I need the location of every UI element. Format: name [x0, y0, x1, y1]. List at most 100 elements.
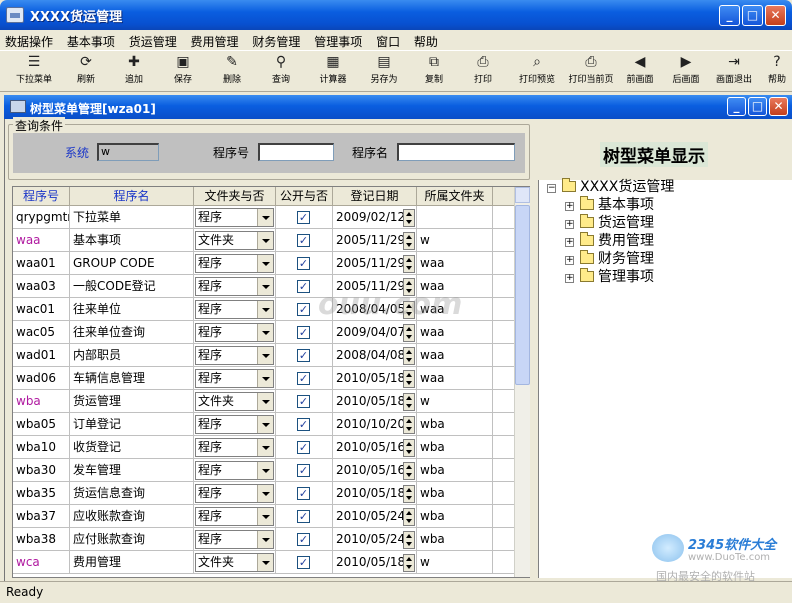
tree-node[interactable]: + 费用管理 [565, 232, 654, 250]
folder-flag-combo[interactable]: 文件夹 [195, 553, 274, 572]
reg-date-value[interactable]: 2005/11/29 [336, 233, 405, 247]
chevron-down-icon[interactable] [257, 393, 273, 410]
public-checkbox[interactable]: ✓ [297, 349, 310, 362]
spinner-icon[interactable] [403, 370, 415, 388]
menu-finance[interactable]: 财务管理 [247, 30, 305, 50]
table-row[interactable]: wac05 往来单位查询 程序 ✓ 2009/04/07 waa [13, 321, 515, 344]
program-no-input[interactable] [258, 143, 334, 161]
expand-icon[interactable]: + [565, 238, 574, 247]
toolbar-button-10[interactable]: ⌕ 打印预览 [512, 53, 562, 91]
folder-flag-combo[interactable]: 程序 [195, 208, 274, 227]
folder-flag-combo[interactable]: 文件夹 [195, 231, 274, 250]
cell-parent-folder[interactable]: w [417, 551, 493, 574]
header-public-flag[interactable]: 公开与否 [276, 187, 333, 206]
public-checkbox[interactable]: ✓ [297, 257, 310, 270]
folder-flag-combo[interactable]: 程序 [195, 438, 274, 457]
cell-parent-folder[interactable]: wba [417, 528, 493, 551]
cell-program-no[interactable]: wba10 [13, 436, 70, 459]
reg-date-value[interactable]: 2010/05/18 [336, 394, 405, 408]
toolbar-button-13[interactable]: ▶ 后画面 [666, 53, 706, 91]
cell-program-no[interactable]: wad01 [13, 344, 70, 367]
cell-program-no[interactable]: waa01 [13, 252, 70, 275]
cell-parent-folder[interactable]: waa [417, 252, 493, 275]
chevron-down-icon[interactable] [257, 324, 273, 341]
folder-flag-combo[interactable]: 程序 [195, 484, 274, 503]
chevron-down-icon[interactable] [257, 347, 273, 364]
cell-program-name[interactable]: 一般CODE登记 [70, 275, 194, 298]
toolbar-button-0[interactable]: ☰ 下拉菜单 [8, 53, 60, 91]
spinner-icon[interactable] [403, 393, 415, 411]
folder-flag-combo[interactable]: 程序 [195, 323, 274, 342]
expand-icon[interactable]: + [565, 202, 574, 211]
cell-program-no[interactable]: wba05 [13, 413, 70, 436]
table-row[interactable]: wca 费用管理 文件夹 ✓ 2010/05/18 w [13, 551, 515, 574]
cell-program-no[interactable]: wba [13, 390, 70, 413]
reg-date-value[interactable]: 2009/02/12 [336, 210, 405, 224]
public-checkbox[interactable]: ✓ [297, 303, 310, 316]
table-row[interactable]: wad06 车辆信息管理 程序 ✓ 2010/05/18 waa [13, 367, 515, 390]
reg-date-value[interactable]: 2010/05/18 [336, 555, 405, 569]
header-reg-date[interactable]: 登记日期 [333, 187, 417, 206]
menu-expense[interactable]: 费用管理 [186, 30, 244, 50]
toolbar-button-11[interactable]: ⎙ 打印当前页 [560, 53, 622, 91]
folder-flag-combo[interactable]: 程序 [195, 369, 274, 388]
cell-parent-folder[interactable]: w [417, 390, 493, 413]
toolbar-button-3[interactable]: ▣ 保存 [163, 53, 203, 91]
cell-program-name[interactable]: 订单登记 [70, 413, 194, 436]
spinner-icon[interactable] [403, 324, 415, 342]
folder-flag-combo[interactable]: 程序 [195, 461, 274, 480]
menu-admin[interactable]: 管理事项 [309, 30, 367, 50]
cell-program-name[interactable]: 往来单位查询 [70, 321, 194, 344]
cell-program-name[interactable]: 收货登记 [70, 436, 194, 459]
tree-view[interactable]: − XXXX货运管理 + 基本事项 + 货运管理 + 费用管理 + 财务管理 + 管理事项 [538, 178, 792, 578]
menu-data-ops[interactable]: 数据操作 [0, 30, 58, 50]
table-row[interactable]: wba 货运管理 文件夹 ✓ 2010/05/18 w [13, 390, 515, 413]
menu-help[interactable]: 帮助 [409, 30, 443, 50]
public-checkbox[interactable]: ✓ [297, 464, 310, 477]
chevron-down-icon[interactable] [257, 485, 273, 502]
cell-program-no[interactable]: wca [13, 551, 70, 574]
expand-icon[interactable]: + [565, 220, 574, 229]
spinner-icon[interactable] [403, 255, 415, 273]
menu-window[interactable]: 窗口 [371, 30, 405, 50]
cell-program-no[interactable]: waa [13, 229, 70, 252]
menu-basic[interactable]: 基本事项 [62, 30, 120, 50]
grid-vertical-scrollbar[interactable] [514, 187, 530, 577]
spinner-icon[interactable] [403, 485, 415, 503]
toolbar-button-9[interactable]: ⎙ 打印 [465, 53, 501, 91]
reg-date-value[interactable]: 2010/05/18 [336, 371, 405, 385]
reg-date-value[interactable]: 2009/04/07 [336, 325, 405, 339]
table-row[interactable]: wba30 发车管理 程序 ✓ 2010/05/16 wba [13, 459, 515, 482]
cell-parent-folder[interactable] [417, 206, 493, 229]
cell-program-name[interactable]: 内部职员 [70, 344, 194, 367]
close-button[interactable]: ✕ [765, 5, 786, 26]
chevron-down-icon[interactable] [257, 439, 273, 456]
public-checkbox[interactable]: ✓ [297, 280, 310, 293]
header-program-name[interactable]: 程序名 [70, 187, 194, 206]
cell-program-name[interactable]: 应收账款查询 [70, 505, 194, 528]
table-row[interactable]: waa 基本事项 文件夹 ✓ 2005/11/29 w [13, 229, 515, 252]
spinner-icon[interactable] [403, 416, 415, 434]
tree-node[interactable]: + 货运管理 [565, 214, 654, 232]
chevron-down-icon[interactable] [257, 370, 273, 387]
folder-flag-combo[interactable]: 程序 [195, 415, 274, 434]
reg-date-value[interactable]: 2010/05/16 [336, 440, 405, 454]
cell-program-name[interactable]: 往来单位 [70, 298, 194, 321]
header-program-no[interactable]: 程序号 [13, 187, 70, 206]
folder-flag-combo[interactable]: 程序 [195, 530, 274, 549]
cell-program-name[interactable]: 费用管理 [70, 551, 194, 574]
toolbar-button-8[interactable]: ⧉ 复制 [414, 53, 454, 91]
cell-parent-folder[interactable]: wba [417, 436, 493, 459]
public-checkbox[interactable]: ✓ [297, 418, 310, 431]
child-maximize-button[interactable]: □ [748, 97, 767, 116]
system-field[interactable]: w [97, 143, 159, 161]
tree-root[interactable]: − XXXX货运管理 [547, 178, 674, 196]
chevron-down-icon[interactable] [257, 278, 273, 295]
spinner-icon[interactable] [403, 209, 415, 227]
reg-date-value[interactable]: 2010/05/24 [336, 532, 405, 546]
table-row[interactable]: wba10 收货登记 程序 ✓ 2010/05/16 wba [13, 436, 515, 459]
table-row[interactable]: wba37 应收账款查询 程序 ✓ 2010/05/24 wba [13, 505, 515, 528]
header-parent-folder[interactable]: 所属文件夹 [417, 187, 493, 206]
chevron-down-icon[interactable] [257, 554, 273, 571]
table-row[interactable]: waa01 GROUP CODE 程序 ✓ 2005/11/29 waa [13, 252, 515, 275]
